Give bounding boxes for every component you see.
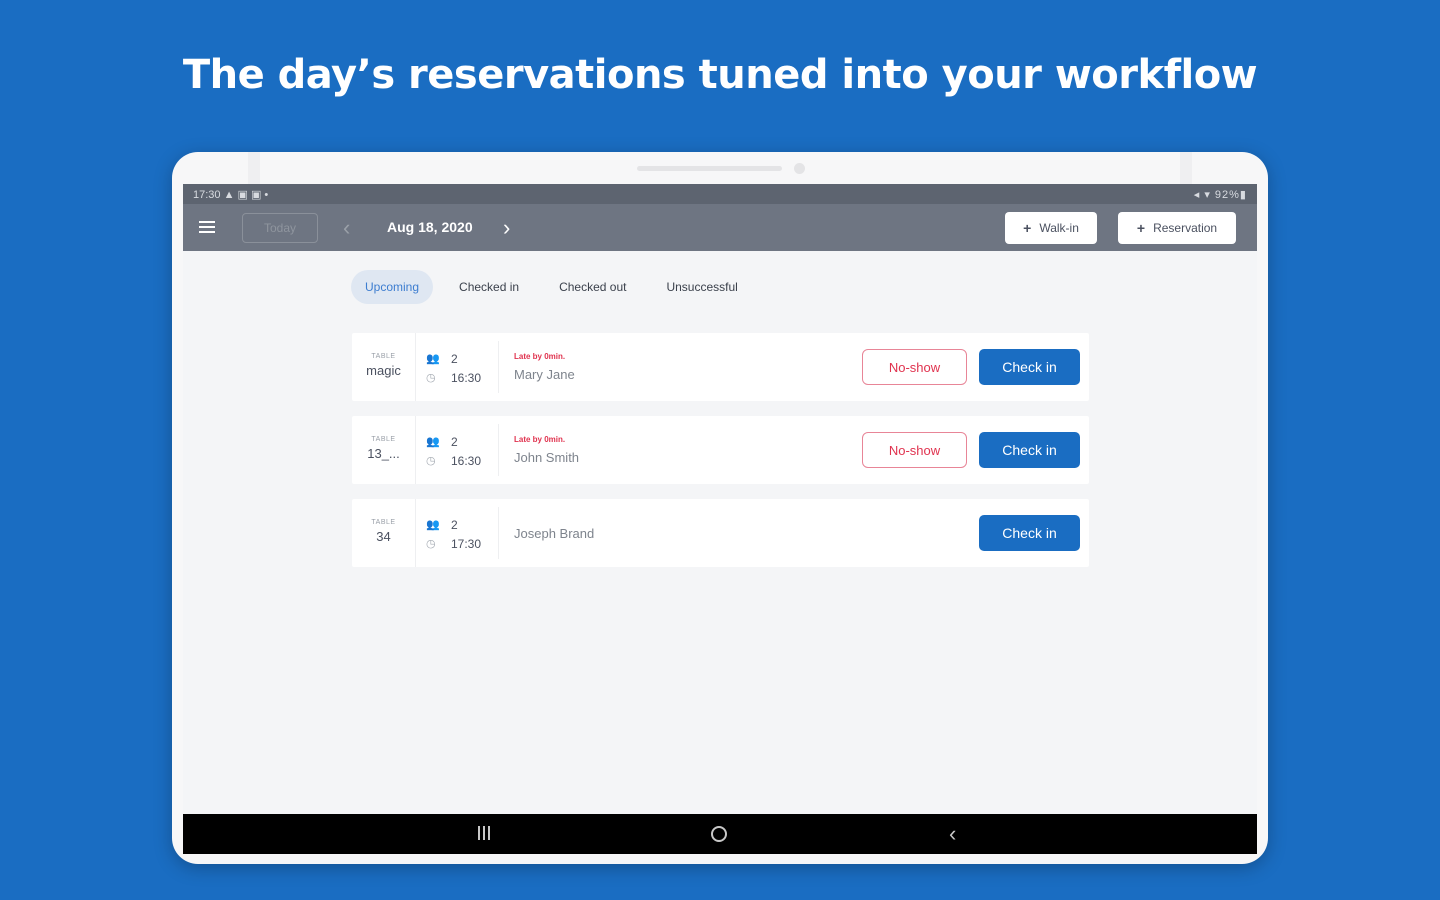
table-label: TABLE [371, 353, 396, 360]
divider [498, 341, 499, 393]
table-cell: TABLE 13_... [352, 416, 416, 484]
app-bar: Today ‹ Aug 18, 2020 › + Walk-in + Reser… [183, 204, 1257, 251]
back-icon[interactable]: ‹ [949, 821, 956, 847]
table-label: TABLE [371, 519, 396, 526]
tablet-camera [794, 163, 805, 174]
guest-name: John Smith [514, 450, 580, 465]
home-icon[interactable] [711, 826, 727, 842]
add-reservation-button[interactable]: + Reservation [1118, 212, 1236, 244]
reservation-time: 16:30 [451, 370, 482, 385]
reservation-card[interactable]: TABLE magic 👥 2 ◷ 16:30 Late by 0min. Mary… [352, 333, 1089, 401]
system-nav-bar: ‹ [183, 814, 1257, 854]
reservation-card[interactable]: TABLE 13_... 👥 2 ◷ 16:30 Late by 0min. Joh… [352, 416, 1089, 484]
check-in-button[interactable]: Check in [979, 515, 1080, 551]
table-name: magic [366, 363, 401, 378]
party-meta: 👥 2 ◷ 17:30 [426, 515, 496, 553]
party-meta: 👥 2 ◷ 16:30 [426, 432, 496, 470]
clock-icon: ◷ [426, 372, 436, 384]
check-in-button[interactable]: Check in [979, 432, 1080, 468]
check-in-button[interactable]: Check in [979, 349, 1080, 385]
walk-in-button[interactable]: + Walk-in [1005, 212, 1097, 244]
guest-count: 2 [451, 517, 458, 532]
table-name: 13_... [367, 446, 400, 461]
clock-icon: ◷ [426, 538, 436, 550]
guest-name: Mary Jane [514, 367, 575, 382]
no-show-button[interactable]: No-show [862, 432, 967, 468]
hamburger-menu-icon[interactable] [199, 221, 215, 233]
status-bar-right: ◂ ▾ 92%▮ [1193, 188, 1247, 201]
status-tabs: Upcoming Checked in Checked out Unsucces… [351, 270, 764, 304]
divider [498, 507, 499, 559]
plus-icon: + [1136, 220, 1146, 236]
clock-icon: ◷ [426, 455, 436, 467]
recents-icon[interactable] [478, 826, 490, 840]
tablet-edge-left [248, 152, 260, 184]
guest-name: Joseph Brand [514, 525, 595, 541]
chevron-right-icon[interactable]: › [503, 215, 510, 241]
tab-checked-in[interactable]: Checked in [445, 270, 533, 304]
late-status: Late by 0min. [514, 352, 566, 361]
walk-in-label: Walk-in [1039, 221, 1079, 235]
chevron-left-icon[interactable]: ‹ [343, 215, 350, 241]
tablet-frame: 17:30 ▲ ▣ ▣ • ◂ ▾ 92%▮ Today ‹ Aug 18, 2… [172, 152, 1268, 864]
table-name: 34 [376, 529, 391, 544]
divider [498, 424, 499, 476]
tab-checked-out[interactable]: Checked out [545, 270, 640, 304]
party-meta: 👥 2 ◷ 16:30 [426, 349, 496, 387]
reservation-time: 16:30 [451, 453, 482, 468]
guest-count: 2 [451, 351, 458, 366]
guest-count: 2 [451, 434, 458, 449]
reservation-list: TABLE magic 👥 2 ◷ 16:30 Late by 0min. Mary… [352, 333, 1089, 582]
reservation-time: 17:30 [451, 536, 482, 551]
guests-icon: 👥 [426, 519, 440, 531]
tab-unsuccessful[interactable]: Unsuccessful [652, 270, 751, 304]
status-bar: 17:30 ▲ ▣ ▣ • ◂ ▾ 92%▮ [183, 184, 1257, 204]
headline: The day’s reservations tuned into your w… [182, 52, 1258, 98]
reservation-label: Reservation [1153, 221, 1218, 235]
guests-icon: 👥 [426, 353, 440, 365]
guest-info: Late by 0min. John Smith [514, 416, 579, 484]
current-date: Aug 18, 2020 [387, 219, 473, 235]
guest-info: Joseph Brand [514, 499, 594, 567]
status-bar-left: 17:30 ▲ ▣ ▣ • [193, 188, 269, 201]
table-cell: TABLE 34 [352, 499, 416, 567]
tablet-edge-right [1180, 152, 1192, 184]
guest-info: Late by 0min. Mary Jane [514, 333, 575, 401]
tablet-speaker [637, 166, 782, 171]
plus-icon: + [1023, 220, 1032, 236]
no-show-button[interactable]: No-show [862, 349, 967, 385]
today-button[interactable]: Today [242, 213, 318, 243]
late-status: Late by 0min. [514, 435, 566, 444]
guests-icon: 👥 [426, 436, 440, 448]
table-cell: TABLE magic [352, 333, 416, 401]
tab-upcoming[interactable]: Upcoming [351, 270, 434, 304]
app-screen: 17:30 ▲ ▣ ▣ • ◂ ▾ 92%▮ Today ‹ Aug 18, 2… [183, 184, 1257, 854]
reservation-card[interactable]: TABLE 34 👥 2 ◷ 17:30 Joseph Brand Check in [352, 499, 1089, 567]
table-label: TABLE [371, 436, 396, 443]
